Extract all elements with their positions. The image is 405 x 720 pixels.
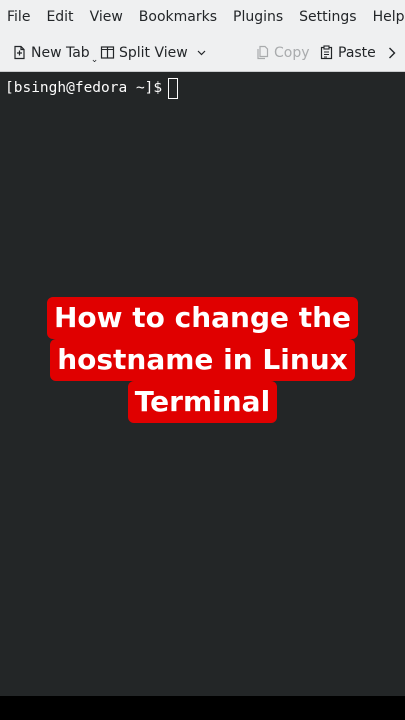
menu-edit[interactable]: Edit — [38, 0, 81, 34]
split-view-icon — [100, 45, 115, 60]
overlay-line-2: hostname in Linux — [50, 339, 355, 381]
split-view-button[interactable]: Split View — [100, 34, 206, 71]
shell-prompt-line: [bsingh@fedora ~]$ — [5, 77, 179, 99]
menu-help[interactable]: Help — [365, 0, 405, 34]
new-tab-button[interactable]: New Tab ⌄ — [12, 34, 98, 71]
shell-prompt: [bsingh@fedora ~]$ — [5, 80, 163, 96]
new-tab-icon — [12, 45, 27, 60]
bottom-black-bar — [0, 696, 405, 720]
new-tab-label: New Tab — [31, 44, 90, 61]
overlay-line-1: How to change the — [46, 297, 359, 339]
menu-bar: File Edit View Bookmarks Plugins Setting… — [0, 0, 405, 34]
new-tab-menu-caret-icon: ⌄ — [90, 54, 99, 65]
overlay-line-3: Terminal — [127, 381, 278, 423]
menu-view[interactable]: View — [82, 0, 131, 34]
menu-bookmarks[interactable]: Bookmarks — [131, 0, 225, 34]
copy-icon — [255, 45, 270, 60]
paste-button[interactable]: Paste — [319, 34, 376, 71]
paste-label: Paste — [338, 44, 376, 61]
title-overlay: How to change the hostname in Linux Term… — [0, 297, 405, 423]
menu-plugins[interactable]: Plugins — [225, 0, 291, 34]
copy-label: Copy — [274, 44, 310, 61]
chevron-down-icon — [197, 50, 206, 56]
menu-file[interactable]: File — [0, 0, 38, 34]
chevron-right-icon — [388, 47, 396, 59]
paste-icon — [319, 45, 334, 60]
toolbar: New Tab ⌄ Split View Copy Paste — [0, 34, 405, 72]
split-view-label: Split View — [119, 44, 188, 61]
toolbar-overflow-button[interactable] — [388, 34, 396, 71]
copy-button[interactable]: Copy — [255, 34, 310, 71]
konsole-window: File Edit View Bookmarks Plugins Setting… — [0, 0, 405, 696]
menu-settings[interactable]: Settings — [291, 0, 364, 34]
text-cursor — [168, 77, 179, 99]
